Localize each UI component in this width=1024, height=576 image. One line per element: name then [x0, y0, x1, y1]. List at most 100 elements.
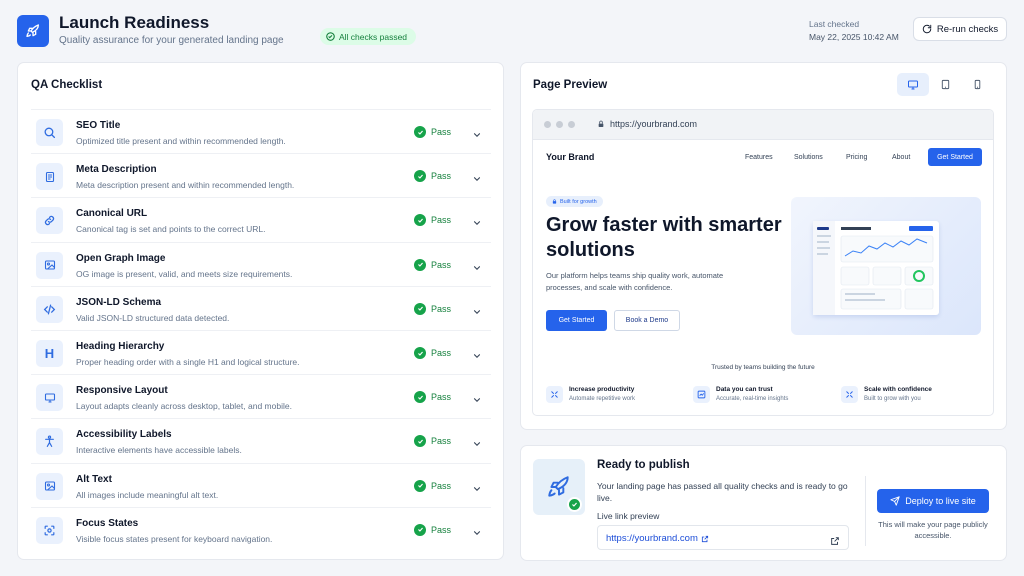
link-icon: [36, 207, 63, 235]
mobile-view-button[interactable]: [961, 73, 993, 96]
rerun-checks-button[interactable]: Re-run checks: [913, 17, 1007, 41]
checklist-item[interactable]: Responsive Layout Layout adapts cleanly a…: [31, 374, 491, 418]
pass-status: Pass: [414, 214, 451, 227]
rocket-icon: [26, 24, 39, 37]
hero-subtitle: Our platform helps teams ship quality wo…: [546, 271, 724, 292]
feature-icon: [546, 386, 563, 403]
site-nav-cta-button[interactable]: Get Started: [928, 148, 982, 166]
checklist-item[interactable]: Focus States Visible focus states present…: [31, 506, 491, 551]
chevron-down-icon[interactable]: [472, 348, 482, 366]
check-circle-icon: [414, 435, 426, 448]
checklist-item-title: JSON-LD Schema: [76, 296, 162, 308]
checklist-item-title: Open Graph Image: [76, 252, 166, 264]
external-link-icon: [831, 537, 839, 545]
feature-item: Data you can trust Accurate, real-time in…: [693, 386, 788, 403]
feature-icon: [841, 386, 858, 403]
pass-status: Pass: [414, 347, 451, 359]
focus-icon: [36, 516, 63, 544]
feature-desc: Automate repetitive work: [569, 396, 636, 402]
checklist-item-description: Canonical tag is set and points to the c…: [76, 224, 266, 235]
chevron-down-icon[interactable]: [472, 127, 482, 145]
checklist-item[interactable]: SEO Title Optimized title present and wit…: [31, 109, 491, 153]
success-check-icon: [567, 497, 582, 512]
checklist-item-title: Alt Text: [76, 473, 112, 485]
checklist-item[interactable]: Meta Description Meta description present…: [31, 153, 491, 197]
site-nav-item[interactable]: About: [892, 154, 910, 161]
check-circle-icon: [414, 391, 426, 404]
pass-status: Pass: [414, 391, 452, 404]
send-icon: [890, 496, 900, 506]
pass-label: Pass: [431, 392, 452, 403]
feature-item: Increase productivity Automate repetitive…: [546, 386, 635, 403]
chevron-down-icon[interactable]: [472, 260, 482, 278]
chevron-down-icon[interactable]: [472, 304, 482, 322]
checklist-item[interactable]: Canonical URL Canonical tag is set and po…: [31, 197, 491, 241]
desktop-view-button[interactable]: [897, 73, 929, 96]
app-logo: [17, 15, 49, 47]
checklist-item-description: OG image is present, valid, and meets si…: [76, 268, 293, 279]
checklist-item-title: Meta Description: [76, 164, 157, 176]
monitor-icon: [36, 384, 63, 412]
search-icon: [36, 119, 63, 146]
image-icon: [36, 472, 63, 500]
tablet-view-button[interactable]: [929, 73, 961, 96]
checklist-item[interactable]: Open Graph Image OG image is present, val…: [31, 241, 491, 286]
check-circle-icon: [414, 302, 426, 315]
rerun-checks-label: Re-run checks: [936, 23, 999, 35]
site-nav-item[interactable]: Pricing: [846, 154, 867, 161]
checklist-item-description: Interactive elements have accessible lab…: [76, 445, 242, 456]
checklist-item[interactable]: H Heading Hierarchy Proper heading order w…: [31, 330, 491, 374]
publish-illustration: [533, 459, 585, 515]
checklist-item-description: Meta description present and within reco…: [76, 180, 295, 191]
chevron-down-icon[interactable]: [472, 171, 482, 189]
check-circle-icon: [414, 347, 426, 359]
pass-label: Pass: [431, 171, 452, 182]
pass-label: Pass: [431, 127, 452, 137]
site-nav-item[interactable]: Solutions: [794, 154, 823, 161]
checklist-item[interactable]: Alt Text All images include meaningful al…: [31, 462, 491, 507]
publish-title: Ready to publish: [597, 459, 690, 471]
live-link-url[interactable]: https://yourbrand.com: [606, 533, 698, 544]
check-circle-icon: [326, 32, 335, 41]
check-circle-icon: [414, 126, 426, 138]
checklist-item[interactable]: JSON-LD Schema Valid JSON-LD structured d…: [31, 285, 491, 330]
chevron-down-icon[interactable]: [472, 215, 482, 233]
chevron-down-icon[interactable]: [472, 436, 482, 454]
chevron-down-icon[interactable]: [472, 525, 482, 543]
pass-status: Pass: [414, 170, 452, 183]
hero-book-demo-button[interactable]: Book a Demo: [614, 310, 680, 331]
feature-desc: Accurate, real-time insights: [716, 396, 789, 402]
site-nav-item[interactable]: Features: [745, 154, 773, 161]
hero-get-started-button[interactable]: Get Started: [546, 310, 607, 331]
window-dot: [544, 121, 551, 128]
pass-status: Pass: [414, 523, 451, 536]
pass-label: Pass: [431, 303, 452, 314]
feature-title: Increase productivity: [569, 386, 635, 393]
hero-title: Grow faster with smarter solutions: [546, 214, 782, 261]
hero-badge: Built for growth: [546, 196, 603, 207]
chevron-down-icon[interactable]: [472, 392, 482, 410]
document-icon: [36, 163, 63, 191]
check-circle-icon: [414, 258, 426, 271]
checklist-item-description: Visible focus states present for keyboar…: [76, 533, 273, 544]
status-badge-label: All checks passed: [339, 31, 408, 42]
page-title: Launch Readiness: [59, 13, 210, 32]
pass-status: Pass: [414, 479, 451, 492]
checklist-item-title: Heading Hierarchy: [76, 341, 165, 352]
qa-checklist-card: QA Checklist SEO Title Optimized title pr…: [17, 62, 504, 560]
checklist-item-title: SEO Title: [76, 120, 121, 131]
open-link-button[interactable]: [830, 533, 840, 551]
deploy-note: This will make your page publicly access…: [878, 520, 988, 540]
window-dot: [568, 121, 575, 128]
chevron-down-icon[interactable]: [472, 481, 482, 499]
external-link-icon: [701, 535, 708, 542]
live-link-label: Live link preview: [597, 511, 660, 521]
lock-icon: [598, 120, 604, 127]
deploy-button[interactable]: Deploy to live site: [877, 489, 989, 513]
check-circle-icon: [414, 214, 426, 227]
arrows-icon: [551, 391, 558, 398]
live-link[interactable]: https://yourbrand.com: [606, 533, 709, 544]
checklist-item[interactable]: Accessibility Labels Interactive elements…: [31, 418, 491, 462]
check-circle-icon: [414, 523, 426, 536]
rocket-icon: [548, 476, 569, 497]
